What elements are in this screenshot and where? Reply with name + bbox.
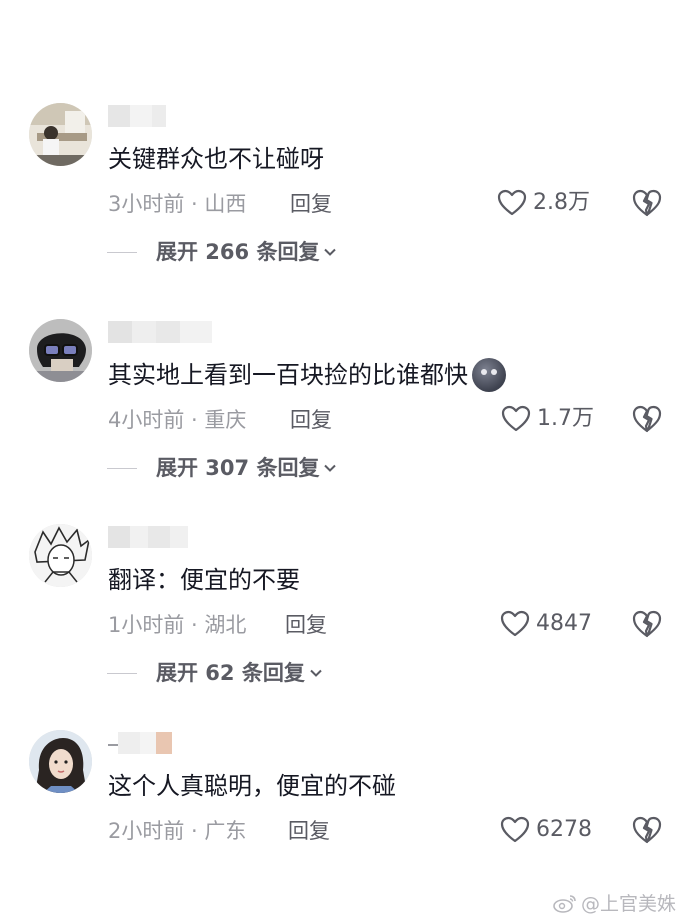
comment-item: 这个人真聪明，便宜的不碰 2小时前 · 广东 回复 6278 — [0, 730, 690, 850]
comment-item: 其实地上看到一百块捡的比谁都快 4小时前 · 重庆 回复 1.7万 展开 307… — [0, 319, 690, 519]
username-blurred[interactable] — [108, 321, 212, 343]
avatar[interactable] — [29, 319, 92, 382]
reply-button[interactable]: 回复 — [290, 405, 332, 435]
comment-text: 翻译：便宜的不要 — [108, 566, 300, 594]
chevron-down-icon — [324, 248, 337, 256]
weibo-icon — [553, 894, 576, 913]
expand-replies-button[interactable]: 展开 266 条回复 — [107, 237, 337, 267]
reply-button[interactable]: 回复 — [285, 610, 327, 640]
reply-button[interactable]: 回复 — [290, 189, 332, 219]
like-button[interactable]: 4847 — [500, 608, 592, 640]
like-button[interactable]: 6278 — [500, 814, 592, 846]
comment-text: 其实地上看到一百块捡的比谁都快 — [108, 357, 506, 393]
divider-line — [107, 673, 137, 674]
heart-outline-icon — [500, 610, 530, 637]
username-blurred[interactable] — [108, 526, 188, 548]
expand-replies-label: 展开 62 条回复 — [156, 661, 305, 685]
avatar-image — [29, 524, 92, 587]
expand-replies-label: 展开 266 条回复 — [156, 240, 320, 264]
expand-replies-button[interactable]: 展开 307 条回复 — [107, 453, 337, 483]
like-count: 1.7万 — [537, 406, 594, 431]
heart-outline-icon — [500, 816, 530, 843]
expand-replies-button[interactable]: 展开 62 条回复 — [107, 658, 323, 688]
comment-text-content: 其实地上看到一百块捡的比谁都快 — [108, 361, 468, 389]
divider-line — [107, 252, 137, 253]
avatar-image — [29, 730, 92, 793]
broken-heart-icon[interactable] — [631, 609, 663, 639]
comment-text: 关键群众也不让碰呀 — [108, 145, 324, 173]
avatar-image — [29, 103, 92, 166]
chevron-down-icon — [310, 669, 322, 677]
watermark: @上官美姝 — [553, 889, 676, 916]
comment-meta: 3小时前 · 山西 — [108, 192, 247, 216]
like-count: 6278 — [536, 817, 592, 842]
broken-heart-icon[interactable] — [631, 188, 663, 218]
avatar[interactable] — [29, 730, 92, 793]
like-button[interactable]: 1.7万 — [501, 403, 594, 435]
comment-meta: 1小时前 · 湖北 — [108, 613, 247, 637]
like-count: 2.8万 — [533, 190, 590, 215]
avatar[interactable] — [29, 103, 92, 166]
chevron-down-icon — [324, 464, 337, 472]
broken-heart-icon[interactable] — [631, 815, 663, 845]
watermark-text: @上官美姝 — [580, 893, 676, 915]
like-button[interactable]: 2.8万 — [497, 187, 590, 219]
username-blurred[interactable] — [108, 105, 166, 127]
reply-button[interactable]: 回复 — [288, 816, 330, 846]
comment-text: 这个人真聪明，便宜的不碰 — [108, 772, 396, 800]
comment-item: 关键群众也不让碰呀 3小时前 · 山西 回复 2.8万 展开 266 条回复 — [0, 103, 690, 303]
broken-heart-icon[interactable] — [631, 404, 663, 434]
emoji-icon — [472, 358, 506, 392]
heart-outline-icon — [497, 189, 527, 216]
heart-outline-icon — [501, 405, 531, 432]
comment-item: 翻译：便宜的不要 1小时前 · 湖北 回复 4847 展开 62 条回复 — [0, 524, 690, 724]
comment-meta: 4小时前 · 重庆 — [108, 408, 247, 432]
like-count: 4847 — [536, 611, 592, 636]
expand-replies-label: 展开 307 条回复 — [156, 456, 320, 480]
comment-meta: 2小时前 · 广东 — [108, 819, 247, 843]
divider-line — [107, 468, 137, 469]
avatar-image — [29, 319, 92, 382]
avatar[interactable] — [29, 524, 92, 587]
username-blurred[interactable] — [108, 732, 172, 754]
